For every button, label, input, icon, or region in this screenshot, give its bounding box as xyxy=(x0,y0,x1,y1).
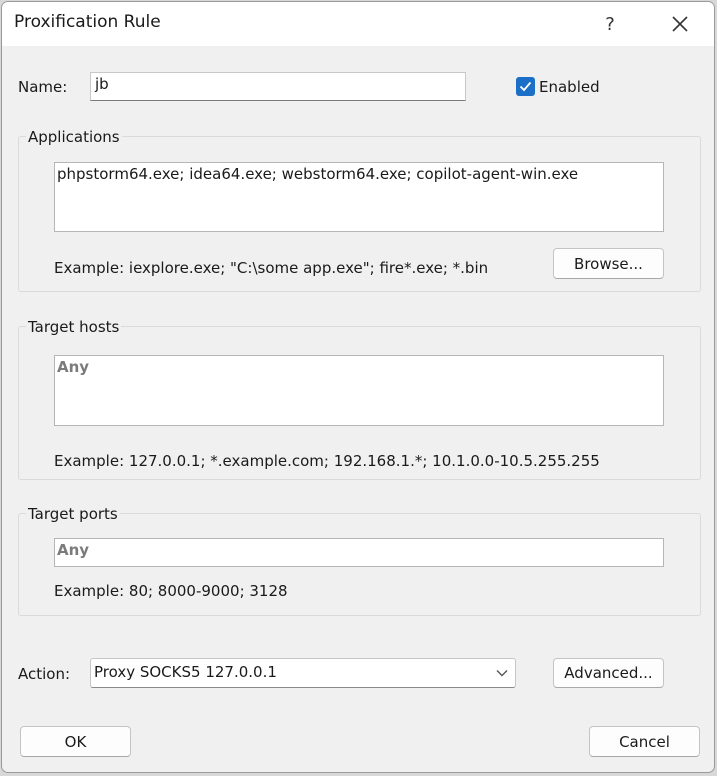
target-hosts-example: Example: 127.0.0.1; *.example.com; 192.1… xyxy=(54,452,600,470)
cancel-button[interactable]: Cancel xyxy=(589,726,700,757)
chevron-down-icon xyxy=(496,670,508,677)
advanced-button[interactable]: Advanced... xyxy=(553,658,664,688)
target-hosts-group-title: Target hosts xyxy=(26,318,122,336)
applications-input[interactable]: phpstorm64.exe; idea64.exe; webstorm64.e… xyxy=(54,162,664,232)
target-ports-group-title: Target ports xyxy=(26,505,120,523)
proxification-rule-dialog: Proxification Rule ? Name: jb Enabled Ap… xyxy=(1,1,715,773)
window-title: Proxification Rule xyxy=(14,12,161,32)
close-button[interactable] xyxy=(658,2,702,46)
browse-button[interactable]: Browse... xyxy=(553,248,664,279)
action-selected-value: Proxy SOCKS5 127.0.0.1 xyxy=(94,663,277,681)
title-bar: Proxification Rule ? xyxy=(2,2,714,46)
target-hosts-input[interactable]: Any xyxy=(54,355,664,426)
help-button[interactable]: ? xyxy=(588,2,632,46)
ok-button[interactable]: OK xyxy=(20,726,131,757)
target-ports-input[interactable]: Any xyxy=(54,538,664,567)
applications-example: Example: iexplore.exe; "C:\some app.exe"… xyxy=(54,259,489,277)
enabled-checkbox[interactable] xyxy=(516,77,535,96)
name-input[interactable]: jb xyxy=(90,72,466,101)
close-icon xyxy=(672,16,688,32)
enabled-label[interactable]: Enabled xyxy=(539,78,600,96)
name-label: Name: xyxy=(18,78,68,96)
applications-group-title: Applications xyxy=(26,128,122,146)
action-label: Action: xyxy=(18,665,71,683)
target-ports-example: Example: 80; 8000-9000; 3128 xyxy=(54,582,288,600)
checkmark-icon xyxy=(519,81,532,92)
action-select[interactable]: Proxy SOCKS5 127.0.0.1 xyxy=(90,658,516,688)
